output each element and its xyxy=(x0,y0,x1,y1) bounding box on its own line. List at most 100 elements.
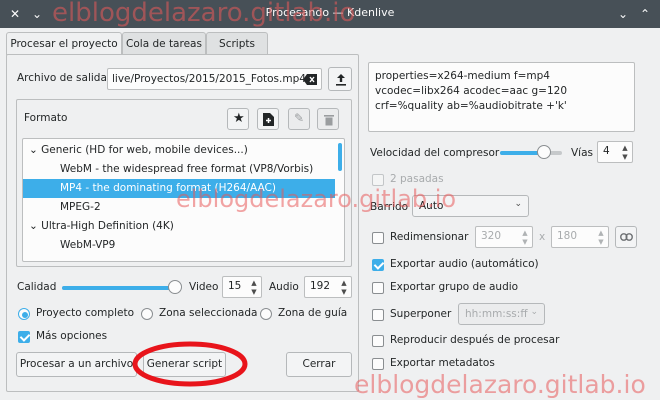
resize-width-value: 320 xyxy=(481,230,502,242)
export-audio-label: Exportar audio (automático) xyxy=(390,258,539,270)
resize-checkbox[interactable] xyxy=(372,232,384,244)
two-pass-checkbox[interactable] xyxy=(372,174,384,186)
resize-height-value: 180 xyxy=(557,230,578,242)
spin-up-icon[interactable]: ▲ xyxy=(249,279,259,288)
video-quality-value: 15 xyxy=(228,280,242,292)
export-audio-checkbox[interactable] xyxy=(372,259,384,271)
tree-category-generic[interactable]: ⌄ Generic (HD for web, mobile devices...… xyxy=(23,141,335,160)
tree-category-label: Ultra-High Definition (4K) xyxy=(41,220,174,232)
spin-down-icon[interactable]: ▼ xyxy=(520,238,530,247)
more-options-checkbox[interactable] xyxy=(18,331,30,343)
save-profile-icon xyxy=(263,113,274,126)
render-parameters-text[interactable]: properties=x264-medium f=mp4 vcodec=libx… xyxy=(368,62,635,132)
title-bar: ✕ ⌄ Procesando — Kdenlive ⌄ ⌃ xyxy=(0,0,660,28)
spin-up-icon[interactable]: ▲ xyxy=(596,229,606,238)
export-metadata-checkbox[interactable] xyxy=(372,358,384,370)
quality-slider-fill xyxy=(62,286,176,290)
clear-text-icon[interactable] xyxy=(303,74,317,85)
spin-down-icon[interactable]: ▼ xyxy=(339,288,349,297)
format-label: Formato xyxy=(24,112,68,124)
overlay-dropdown[interactable]: hh:mm:ss:ff ⌄ xyxy=(458,303,545,325)
highlight-ellipse xyxy=(132,341,248,387)
video-quality-label: Video xyxy=(189,281,219,293)
spin-down-icon[interactable]: ▼ xyxy=(249,288,259,297)
close-button[interactable]: Cerrar xyxy=(286,352,352,377)
open-file-button[interactable] xyxy=(328,67,352,91)
selected-zone-radio[interactable] xyxy=(141,308,153,320)
overlay-value: hh:mm:ss:ff xyxy=(465,308,528,320)
quality-label: Calidad xyxy=(17,281,57,293)
overlay-checkbox[interactable] xyxy=(372,309,384,321)
guide-zone-label: Zona de guía xyxy=(278,307,348,319)
full-project-label: Proyecto completo xyxy=(36,307,134,319)
resize-width-spinbox[interactable]: 320 ▲ ▼ xyxy=(475,226,533,248)
tree-item-mp4[interactable]: MP4 - the dominating format (H264/AAC) xyxy=(23,179,335,198)
resize-times-label: x xyxy=(539,231,546,243)
video-quality-spinbox[interactable]: 15 ▲ ▼ xyxy=(222,276,262,298)
output-file-value: live/Proyectos/2015/2015_Fotos.mp4 xyxy=(112,73,306,85)
encoder-speed-slider[interactable] xyxy=(500,145,562,159)
link-icon xyxy=(620,233,633,241)
tab-scripts[interactable]: Scripts xyxy=(206,32,268,54)
scanning-value: Auto xyxy=(419,200,444,212)
audio-quality-value: 192 xyxy=(310,280,331,292)
chevron-down-icon: ⌄ xyxy=(514,199,522,209)
selected-zone-label: Zona seleccionada xyxy=(159,307,258,319)
export-audio-group-label: Exportar grupo de audio xyxy=(390,281,519,293)
render-to-file-button[interactable]: Procesar a un archivo xyxy=(16,352,137,377)
two-pass-label: 2 pasadas xyxy=(390,173,444,185)
render-parameters-value: properties=x264-medium f=mp4 vcodec=libx… xyxy=(375,70,568,112)
star-icon: ★ xyxy=(233,111,245,126)
quality-slider[interactable] xyxy=(62,280,182,294)
guide-zone-radio[interactable] xyxy=(260,308,272,320)
restore-icon[interactable]: ⌃ xyxy=(636,5,654,23)
tree-category-label: Generic (HD for web, mobile devices...) xyxy=(41,144,248,156)
tree-item-webm-vp9[interactable]: WebM-VP9 xyxy=(23,236,335,255)
chevron-down-icon[interactable]: ⌄ xyxy=(29,144,38,156)
edit-profile-button[interactable]: ✎ xyxy=(288,108,310,130)
threads-spinbox[interactable]: 4 ▲ ▼ xyxy=(597,141,633,163)
delete-profile-button[interactable] xyxy=(317,108,339,130)
tree-item-mpeg2[interactable]: MPEG-2 xyxy=(23,198,335,217)
tab-job-queue[interactable]: Cola de tareas xyxy=(122,32,206,54)
export-audio-group-checkbox[interactable] xyxy=(372,282,384,294)
export-metadata-label: Exportar metadatos xyxy=(390,357,495,369)
full-project-radio[interactable] xyxy=(18,308,30,320)
threads-label: Vías xyxy=(571,147,594,159)
quality-slider-handle[interactable] xyxy=(168,280,182,294)
chevron-down-icon: ⌄ xyxy=(530,307,538,317)
play-after-checkbox[interactable] xyxy=(372,335,384,347)
encoder-speed-slider-handle[interactable] xyxy=(537,145,551,159)
tree-item-webm[interactable]: WebM - the widespread free format (VP8/V… xyxy=(23,160,335,179)
upload-icon xyxy=(336,74,346,86)
overlay-label: Superponer xyxy=(390,308,452,320)
spin-up-icon[interactable]: ▲ xyxy=(620,144,630,153)
save-profile-button[interactable] xyxy=(257,108,279,130)
chevron-down-icon[interactable]: ⌄ xyxy=(29,220,38,232)
scanning-label: Barrido xyxy=(370,201,409,213)
audio-quality-spinbox[interactable]: 192 ▲ ▼ xyxy=(304,276,352,298)
spin-down-icon[interactable]: ▼ xyxy=(620,153,630,162)
spin-down-icon[interactable]: ▼ xyxy=(596,238,606,247)
tree-category-uhd[interactable]: ⌄ Ultra-High Definition (4K) xyxy=(23,217,335,236)
tab-render-project[interactable]: Procesar el proyecto xyxy=(6,32,122,55)
encoder-speed-label: Velocidad del compresor xyxy=(370,147,500,159)
play-after-label: Reproducir después de procesar xyxy=(390,334,560,346)
resize-height-spinbox[interactable]: 180 ▲ ▼ xyxy=(551,226,609,248)
spin-up-icon[interactable]: ▲ xyxy=(339,279,349,288)
audio-quality-label: Audio xyxy=(269,281,299,293)
profile-tree[interactable]: ⌄ Generic (HD for web, mobile devices...… xyxy=(22,138,345,262)
minimize-icon[interactable]: ⌄ xyxy=(614,5,632,23)
pencil-icon: ✎ xyxy=(294,111,305,125)
spin-up-icon[interactable]: ▲ xyxy=(520,229,530,238)
tree-scrollbar[interactable] xyxy=(338,143,342,171)
output-file-input[interactable]: live/Proyectos/2015/2015_Fotos.mp4 xyxy=(107,68,322,90)
resize-label: Redimensionar xyxy=(390,231,469,243)
window-title: Procesando — Kdenlive xyxy=(265,6,395,19)
output-file-label: Archivo de salida xyxy=(17,72,107,84)
scanning-dropdown[interactable]: Auto ⌄ xyxy=(412,195,529,217)
keep-aspect-button[interactable] xyxy=(615,226,637,248)
favorite-button[interactable]: ★ xyxy=(227,108,249,130)
threads-value: 4 xyxy=(603,145,610,157)
more-options-label: Más opciones xyxy=(36,330,108,342)
